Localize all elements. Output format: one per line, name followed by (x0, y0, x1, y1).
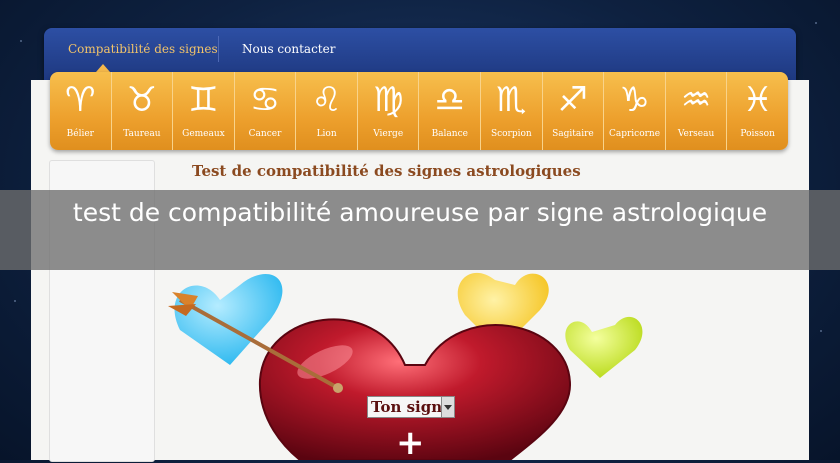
zodiac-label: Cancer (248, 129, 282, 139)
sign-select[interactable]: Ton signe (367, 396, 455, 418)
zodiac-glyph-icon: ♑ (619, 80, 650, 120)
zodiac-glyph-icon: ♊ (188, 80, 219, 120)
blue-heart (174, 273, 283, 365)
tab-contact[interactable]: Nous contacter (242, 42, 335, 56)
caption-overlay: test de compatibilité amoureuse par sign… (0, 190, 840, 270)
nav-divider (218, 36, 219, 62)
zodiac-label: Capricorne (608, 129, 661, 139)
active-tab-caret (96, 64, 110, 72)
caption-text: test de compatibilité amoureuse par sign… (72, 198, 768, 227)
zodiac-glyph-icon: ♒ (680, 80, 712, 120)
sign-select-value: Ton signe (371, 398, 452, 416)
zodiac-sign-7[interactable]: ♏ Scorpion (481, 72, 543, 150)
zodiac-sign-5[interactable]: ♍ Vierge (358, 72, 420, 150)
zodiac-sign-4[interactable]: ♌ Lion (296, 72, 358, 150)
zodiac-glyph-icon: ♍ (372, 80, 404, 120)
star (815, 22, 817, 24)
star (20, 40, 22, 42)
plus-icon: + (396, 423, 425, 463)
zodiac-label: Gemeaux (182, 129, 225, 139)
zodiac-label: Poisson (740, 129, 775, 139)
zodiac-glyph-icon: ♓ (742, 80, 773, 120)
zodiac-bar: ♈ Bélier ♉ Taureau ♊ Gemeaux ♋ Cancer ♌ Lion ♍ Vier… (50, 72, 788, 150)
zodiac-label: Bélier (66, 129, 94, 139)
zodiac-label: Sagitaire (552, 129, 594, 139)
star (820, 330, 822, 332)
zodiac-sign-6[interactable]: ♎ Balance (419, 72, 482, 150)
zodiac-sign-2[interactable]: ♊ Gemeaux (173, 72, 235, 150)
zodiac-label: Verseau (677, 129, 715, 139)
zodiac-glyph-icon: ♋ (249, 80, 281, 120)
zodiac-sign-11[interactable]: ♓ Poisson (727, 72, 788, 150)
zodiac-label: Taureau (123, 129, 161, 139)
tab-compatibilite[interactable]: Compatibilité des signes (68, 42, 218, 56)
zodiac-sign-8[interactable]: ♐ Sagitaire (543, 72, 605, 150)
chevron-down-icon[interactable] (441, 397, 454, 417)
zodiac-glyph-icon: ♉ (126, 80, 158, 120)
page-title: Test de compatibilité des signes astrolo… (192, 162, 581, 180)
zodiac-sign-1[interactable]: ♉ Taureau (112, 72, 174, 150)
zodiac-glyph-icon: ♈ (65, 80, 96, 120)
star (14, 300, 16, 302)
zodiac-label: Lion (316, 129, 337, 139)
zodiac-sign-3[interactable]: ♋ Cancer (235, 72, 297, 150)
zodiac-glyph-icon: ♌ (311, 80, 342, 120)
zodiac-sign-10[interactable]: ♒ Verseau (666, 72, 728, 150)
zodiac-glyph-icon: ♎ (434, 80, 465, 120)
zodiac-sign-9[interactable]: ♑ Capricorne (604, 72, 666, 150)
zodiac-label: Balance (431, 129, 468, 139)
zodiac-sign-0[interactable]: ♈ Bélier (50, 72, 112, 150)
zodiac-glyph-icon: ♐ (557, 80, 589, 120)
zodiac-label: Scorpion (490, 129, 532, 139)
zodiac-glyph-icon: ♏ (496, 80, 527, 120)
green-heart (565, 316, 643, 378)
zodiac-label: Vierge (373, 129, 404, 139)
